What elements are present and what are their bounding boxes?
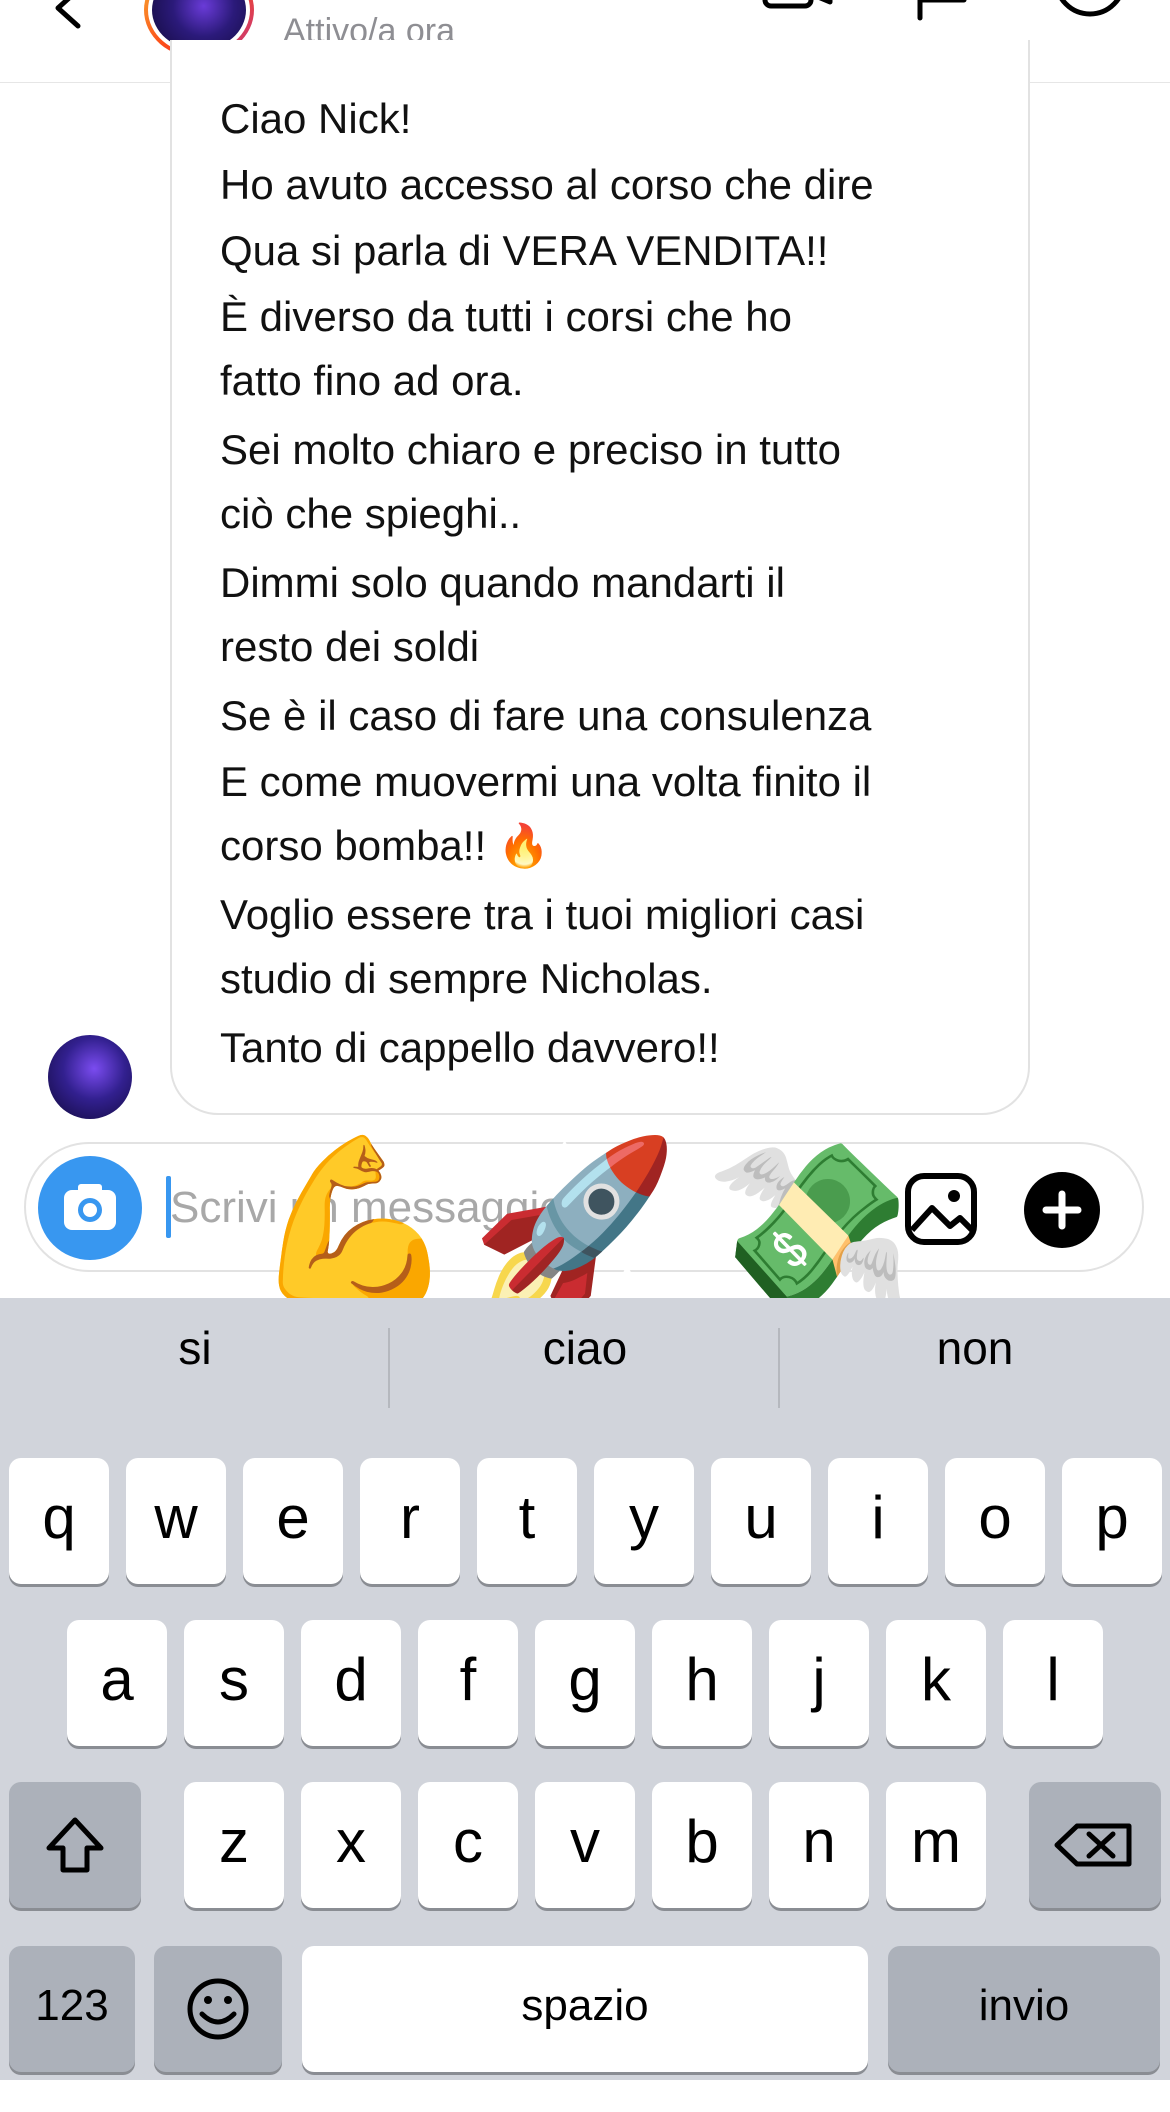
key-u[interactable]: u — [711, 1458, 811, 1584]
numbers-key[interactable]: 123 — [9, 1946, 135, 2072]
key-p[interactable]: p — [1062, 1458, 1162, 1584]
space-key[interactable]: spazio — [302, 1946, 868, 2072]
message-line: corso bomba!! 🔥 — [220, 822, 551, 869]
key-f[interactable]: f — [418, 1620, 518, 1746]
key-b[interactable]: b — [652, 1782, 752, 1908]
key-i[interactable]: i — [828, 1458, 928, 1584]
message-line: Ciao Nick! — [220, 95, 412, 142]
sender-avatar[interactable] — [48, 1035, 132, 1119]
plus-icon — [1042, 1190, 1082, 1230]
key-d[interactable]: d — [301, 1620, 401, 1746]
more-options-button[interactable] — [1024, 1172, 1100, 1248]
info-icon[interactable] — [1050, 0, 1130, 32]
suggestion-ciao[interactable]: ciao — [390, 1298, 780, 1413]
message-line: È diverso da tutti i corsi che ho — [220, 293, 792, 340]
flag-icon[interactable] — [914, 0, 974, 28]
key-j[interactable]: j — [769, 1620, 869, 1746]
key-l[interactable]: l — [1003, 1620, 1103, 1746]
message-line: Qua si parla di VERA VENDITA!! — [220, 227, 829, 274]
key-v[interactable]: v — [535, 1782, 635, 1908]
emoji-icon — [187, 1978, 249, 2040]
key-m[interactable]: m — [886, 1782, 986, 1908]
key-t[interactable]: t — [477, 1458, 577, 1584]
key-z[interactable]: z — [184, 1782, 284, 1908]
message-line: Dimmi solo quando mandarti il — [220, 559, 785, 606]
key-w[interactable]: w — [126, 1458, 226, 1584]
message-line: Se è il caso di fare una consulenza — [220, 692, 872, 739]
shift-key[interactable] — [9, 1782, 141, 1908]
key-q[interactable]: q — [9, 1458, 109, 1584]
backspace-icon — [1054, 1823, 1132, 1867]
message-text: Ciao Nick! Ho avuto accesso al corso che… — [220, 86, 1010, 1081]
key-k[interactable]: k — [886, 1620, 986, 1746]
camera-icon — [64, 1184, 116, 1230]
return-key[interactable]: invio — [888, 1946, 1160, 2072]
message-line: resto dei soldi — [220, 623, 480, 670]
key-e[interactable]: e — [243, 1458, 343, 1584]
message-line: Tanto di cappello davvero!! — [220, 1024, 720, 1071]
key-c[interactable]: c — [418, 1782, 518, 1908]
suggestion-non[interactable]: non — [780, 1298, 1170, 1413]
message-line: Voglio essere tra i tuoi migliori casi — [220, 891, 865, 938]
received-message-bubble[interactable]: Ciao Nick! Ho avuto accesso al corso che… — [170, 40, 1030, 1115]
delete-key[interactable] — [1029, 1782, 1161, 1908]
rocket-sticker[interactable]: 🚀 — [470, 1142, 679, 1310]
back-icon[interactable] — [48, 0, 88, 30]
key-s[interactable]: s — [184, 1620, 284, 1746]
key-a[interactable]: a — [67, 1620, 167, 1746]
message-line: ciò che spieghi.. — [220, 490, 522, 537]
key-o[interactable]: o — [945, 1458, 1045, 1584]
message-line: E come muovermi una volta finito il — [220, 758, 872, 805]
key-x[interactable]: x — [301, 1782, 401, 1908]
message-line: studio di sempre Nicholas. — [220, 955, 713, 1002]
video-call-icon[interactable] — [762, 0, 834, 28]
keyboard: si ciao non q w e r t y u i o p a s d f … — [0, 1298, 1170, 2080]
message-line: Ho avuto accesso al corso che dire — [220, 161, 874, 208]
key-n[interactable]: n — [769, 1782, 869, 1908]
message-line: fatto fino ad ora. — [220, 357, 524, 404]
gallery-icon[interactable] — [904, 1172, 978, 1246]
money-with-wings-sticker[interactable]: 💸 — [705, 1145, 914, 1313]
key-h[interactable]: h — [652, 1620, 752, 1746]
camera-button[interactable] — [38, 1156, 142, 1260]
key-g[interactable]: g — [535, 1620, 635, 1746]
key-y[interactable]: y — [594, 1458, 694, 1584]
suggestion-si[interactable]: si — [0, 1298, 390, 1413]
shift-icon — [46, 1817, 104, 1873]
message-line: Sei molto chiaro e preciso in tutto — [220, 426, 841, 473]
key-r[interactable]: r — [360, 1458, 460, 1584]
emoji-key[interactable] — [154, 1946, 282, 2072]
flexed-biceps-sticker[interactable]: 💪 — [250, 1140, 459, 1308]
predictive-bar: si ciao non — [0, 1298, 1170, 1413]
